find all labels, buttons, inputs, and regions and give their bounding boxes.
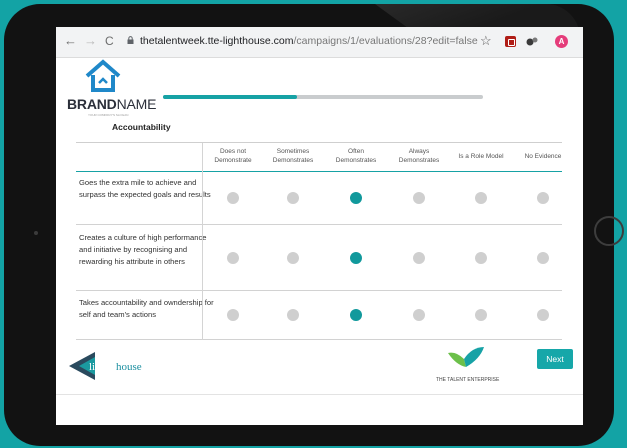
column-header: Often Demonstrates xyxy=(326,147,386,165)
footer-divider xyxy=(56,394,583,395)
table-header: Does not Demonstrate Sometimes Demonstrates… xyxy=(76,144,562,172)
tablet-frame: ← → C thetalentweek.tte-lighthouse.com/c… xyxy=(0,0,627,448)
bookmark-star-icon[interactable]: ☆ xyxy=(480,33,492,49)
radio-option[interactable] xyxy=(475,192,487,204)
column-header-line1: Is a Role Model xyxy=(458,153,504,160)
evaluation-row: Goes the extra mile to achieve and surpa… xyxy=(76,172,562,225)
radio-option[interactable] xyxy=(287,192,299,204)
column-header: No Evidence xyxy=(513,152,573,161)
evaluation-table: Does not Demonstrate Sometimes Demonstrates… xyxy=(76,144,562,340)
url-domain: thetalentweek.tte-lighthouse.com xyxy=(140,35,294,47)
column-header-line1: Always xyxy=(408,148,430,155)
svg-text:light: light xyxy=(89,361,109,373)
progress-fill xyxy=(163,95,298,99)
brand-name: BRANDNAME xyxy=(67,96,156,112)
url-path: /campaigns/1/evaluations/28?edit=false xyxy=(293,35,478,47)
screen: ← → C thetalentweek.tte-lighthouse.com/c… xyxy=(56,27,583,425)
radio-option[interactable] xyxy=(227,309,239,321)
lighthouse-text-b: house xyxy=(116,361,142,373)
column-header: Always Demonstrates xyxy=(389,147,449,165)
radio-option[interactable] xyxy=(287,251,299,264)
radio-option[interactable] xyxy=(413,309,425,321)
column-header-line1: Often xyxy=(348,148,364,155)
radio-option[interactable] xyxy=(413,192,425,204)
column-header-line1: No Evidence xyxy=(524,153,562,160)
radio-selected[interactable] xyxy=(350,309,362,321)
back-arrow-icon[interactable]: ← xyxy=(64,33,77,49)
radio-option[interactable] xyxy=(475,251,487,264)
tte-label: THE TALENT ENTERPRISE xyxy=(436,377,500,383)
lock-icon xyxy=(127,36,134,44)
home-button[interactable] xyxy=(594,216,624,246)
label-column-divider xyxy=(202,143,203,340)
tte-logo-icon xyxy=(448,347,484,367)
brand-name-regular: NAME xyxy=(116,96,157,112)
profile-avatar[interactable]: A xyxy=(555,35,568,48)
column-header: Sometimes Demonstrates xyxy=(263,147,323,165)
radio-option[interactable] xyxy=(413,251,425,264)
camera-icon xyxy=(34,231,38,235)
column-header-line2: Demonstrates xyxy=(335,157,377,164)
next-button[interactable]: Next xyxy=(537,349,573,369)
row-label: Goes the extra mile to achieve and surpa… xyxy=(79,178,211,199)
evaluation-row: Takes accountability and owndership for … xyxy=(76,291,562,340)
extension-icon[interactable] xyxy=(526,36,538,47)
row-label: Takes accountability and owndership for … xyxy=(79,298,214,319)
evaluation-row: Creates a culture of high performance an… xyxy=(76,225,562,291)
house-logo-icon xyxy=(85,59,121,92)
pdf-extension-icon[interactable] xyxy=(505,36,516,47)
radio-option[interactable] xyxy=(537,251,549,264)
radio-option[interactable] xyxy=(537,309,549,321)
column-header: Is a Role Model xyxy=(451,152,511,161)
column-header-line2: Demonstrates xyxy=(398,157,440,164)
section-title: Accountability xyxy=(112,122,171,132)
radio-selected[interactable] xyxy=(350,192,362,204)
column-header-line1: Does not xyxy=(219,148,247,155)
forward-arrow-icon[interactable]: → xyxy=(84,33,97,49)
radio-option[interactable] xyxy=(537,192,549,204)
column-header: Does not Demonstrate xyxy=(203,147,263,165)
brand-name-bold: BRAND xyxy=(67,96,117,112)
radio-option[interactable] xyxy=(227,251,239,264)
browser-toolbar: ← → C thetalentweek.tte-lighthouse.com/c… xyxy=(56,27,583,58)
column-header-line2: Demonstrates xyxy=(272,157,314,164)
address-bar[interactable]: thetalentweek.tte-lighthouse.com/campaig… xyxy=(140,35,478,47)
brand-tagline: YOUR COMPANY'S SLOGAN xyxy=(88,113,129,117)
lighthouse-logo: light house xyxy=(69,352,142,380)
lighthouse-text-a: light xyxy=(89,361,109,373)
column-header-line2: Demonstrate xyxy=(214,157,252,164)
column-header-line1: Sometimes xyxy=(276,148,310,155)
table-top-rule xyxy=(76,142,562,143)
radio-selected[interactable] xyxy=(350,251,362,264)
reload-icon[interactable]: C xyxy=(105,33,114,49)
radio-option[interactable] xyxy=(227,192,239,204)
radio-option[interactable] xyxy=(287,309,299,321)
row-label: Creates a culture of high performance an… xyxy=(79,233,207,266)
radio-option[interactable] xyxy=(475,309,487,321)
progress-bar xyxy=(163,95,483,99)
